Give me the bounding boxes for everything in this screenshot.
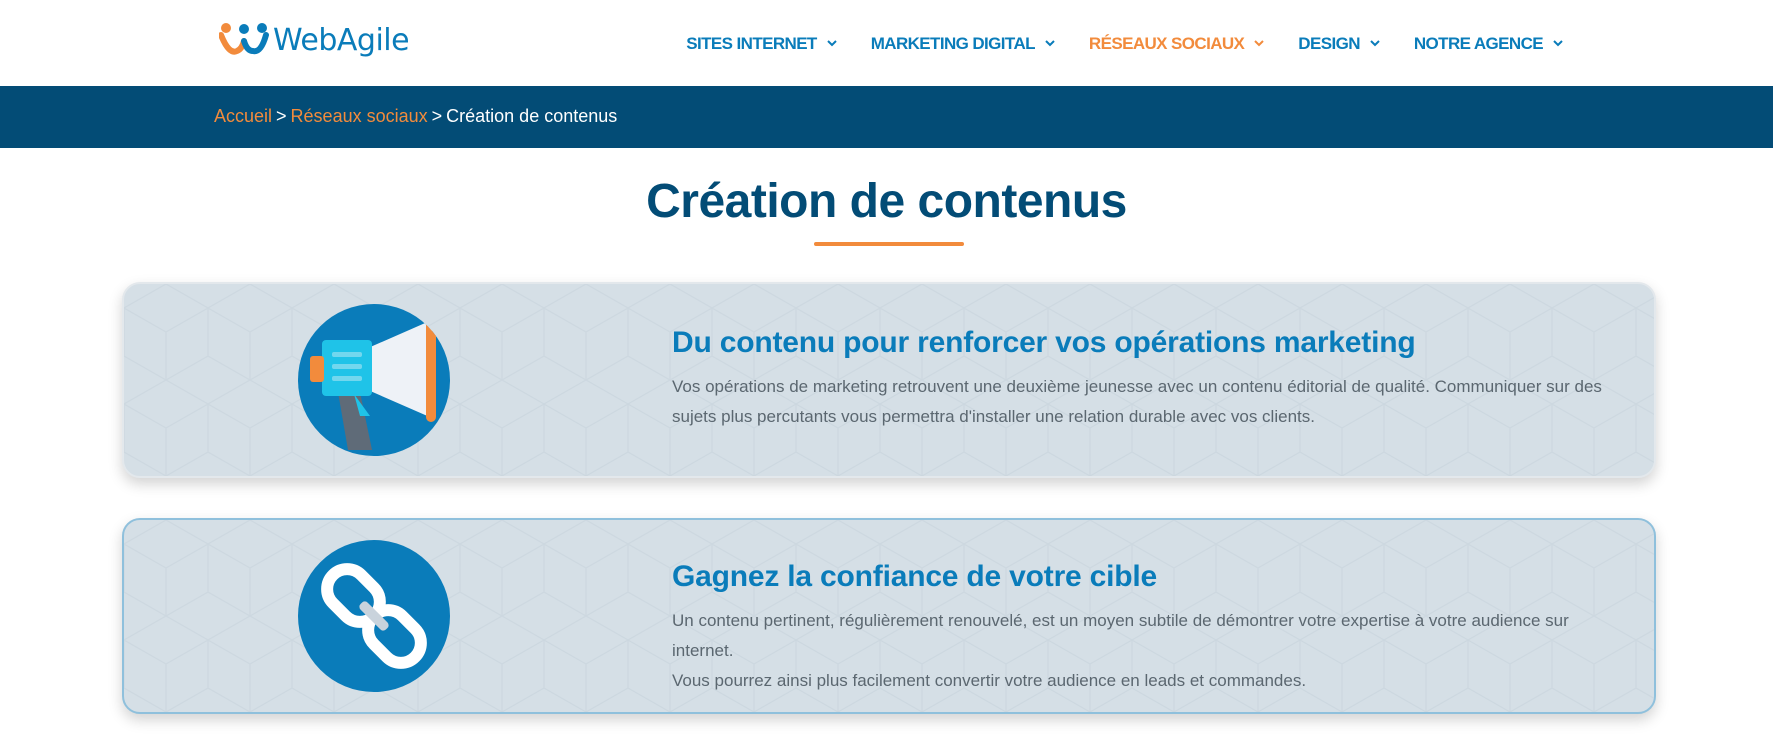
nav-design[interactable]: DESIGN [1298, 34, 1380, 54]
logo-text: WebAgile [273, 22, 410, 58]
megaphone-icon [298, 304, 450, 456]
nav-label: RÉSEAUX SOCIAUX [1088, 34, 1245, 53]
title-underline [814, 242, 964, 246]
nav-label: SITES INTERNET [686, 34, 817, 53]
chain-link-icon [298, 540, 450, 692]
chevron-down-icon [1370, 39, 1380, 46]
breadcrumb-separator: > [276, 106, 287, 126]
main-nav: SITES INTERNET MARKETING DIGITAL RÉSEAUX… [652, 34, 1563, 54]
breadcrumb: Accueil > Réseaux sociaux > Création de cont… [214, 106, 617, 127]
chevron-down-icon [1045, 39, 1055, 46]
page-title: Création de contenus [646, 175, 1127, 228]
logo[interactable]: WebAgile [218, 20, 410, 60]
feature-card-marketing: Du contenu pour renforcer vos opérations… [122, 282, 1656, 478]
card-text: Un contenu pertinent, régulièrement reno… [672, 611, 1569, 660]
nav-label: MARKETING DIGITAL [870, 34, 1036, 53]
breadcrumb-section-link[interactable]: Réseaux sociaux [291, 106, 428, 126]
chevron-down-icon [1254, 39, 1265, 46]
logo-mark-icon [218, 21, 269, 59]
site-header: WebAgile SITES INTERNET MARKETING DIGITA… [0, 0, 1773, 86]
card-text: Vos opérations de marketing retrouvent u… [672, 377, 1602, 426]
nav-label: NOTRE AGENCE [1413, 34, 1544, 53]
nav-label: DESIGN [1298, 34, 1360, 53]
nav-notre-agence[interactable]: NOTRE AGENCE [1414, 34, 1563, 54]
card-heading: Du contenu pour renforcer vos opérations… [672, 326, 1416, 359]
card-heading: Gagnez la confiance de votre cible [672, 560, 1158, 593]
breadcrumb-current: Création de contenus [446, 106, 618, 126]
nav-marketing-digital[interactable]: MARKETING DIGITAL [871, 34, 1055, 54]
feature-card-confiance: Gagnez la confiance de votre cible Un co… [122, 518, 1656, 714]
breadcrumb-separator: > [431, 106, 443, 126]
nav-sites-internet[interactable]: SITES INTERNET [686, 34, 837, 54]
chevron-down-icon [1553, 39, 1563, 46]
nav-reseaux-sociaux[interactable]: RÉSEAUX SOCIAUX [1088, 34, 1265, 54]
card-text-secondary: Vous pourrez ainsi plus facilement conve… [672, 671, 1307, 690]
breadcrumb-bar: Accueil > Réseaux sociaux > Création de cont… [0, 86, 1773, 148]
card-text-block: Un contenu pertinent, régulièrement reno… [672, 606, 1632, 696]
breadcrumb-home-link[interactable]: Accueil [214, 106, 272, 126]
chevron-down-icon [827, 39, 837, 46]
